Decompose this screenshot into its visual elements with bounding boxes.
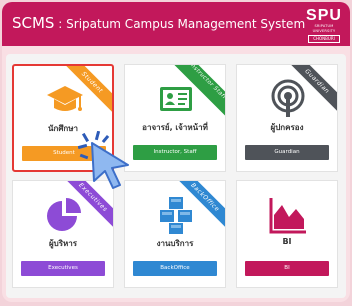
app-frame: SCMS : Sripatum Campus Management System… <box>2 2 350 302</box>
logo-campus: CHONBURI <box>308 35 340 43</box>
logo-text: SPU <box>306 7 342 24</box>
title-separator: : <box>54 17 67 31</box>
graduation-cap-icon <box>47 86 83 111</box>
card-label-instructor-staff: อาจารย์, เจ้าหน้าที่ <box>142 123 208 132</box>
area-chart-icon <box>269 198 306 234</box>
logo-university: SRIPATUM UNIVERSITY <box>312 24 336 33</box>
role-card-guardian[interactable]: Guardian ผู้ปกครอง Guardian <box>236 64 338 172</box>
guardian-button[interactable]: Guardian <box>245 145 329 160</box>
card-label-bi: BI <box>282 237 292 246</box>
app-subtitle: Sripatum Campus Management System <box>66 17 306 31</box>
card-label-guardian: ผู้ปกครอง <box>270 123 304 132</box>
click-pointer-icon <box>78 131 129 189</box>
header-bar: SCMS : Sripatum Campus Management System… <box>2 2 350 46</box>
card-label-backoffice: งานบริการ <box>156 239 194 248</box>
pie-chart-icon <box>47 198 81 231</box>
university-logo[interactable]: SPU SRIPATUM UNIVERSITY CHONBURI <box>306 7 342 43</box>
role-card-executives[interactable]: Executives ผู้บริหาร Executives <box>12 180 114 288</box>
bi-button[interactable]: BI <box>245 261 329 276</box>
guardian-broadcast-icon <box>271 79 305 117</box>
executives-button[interactable]: Executives <box>21 261 105 276</box>
backoffice-button[interactable]: BackOffice <box>133 261 217 276</box>
card-label-executives: ผู้บริหาร <box>48 239 78 248</box>
role-card-bi[interactable]: BI BI <box>236 180 338 288</box>
app-name: SCMS <box>12 14 55 32</box>
role-card-backoffice[interactable]: BackOffice งานบริการ BackOffice <box>124 180 226 288</box>
boxes-icon <box>160 197 192 234</box>
app-title: SCMS : Sripatum Campus Management System <box>12 14 305 32</box>
id-card-icon <box>160 87 192 111</box>
instructor-staff-button[interactable]: Instructor, Staff <box>133 145 217 160</box>
role-card-instructor-staff[interactable]: Instructor Staff อาจารย์, เจ้าหน้าที่ In… <box>124 64 226 172</box>
role-grid: Student นักศึกษา Student Instructor Staf… <box>6 54 346 298</box>
